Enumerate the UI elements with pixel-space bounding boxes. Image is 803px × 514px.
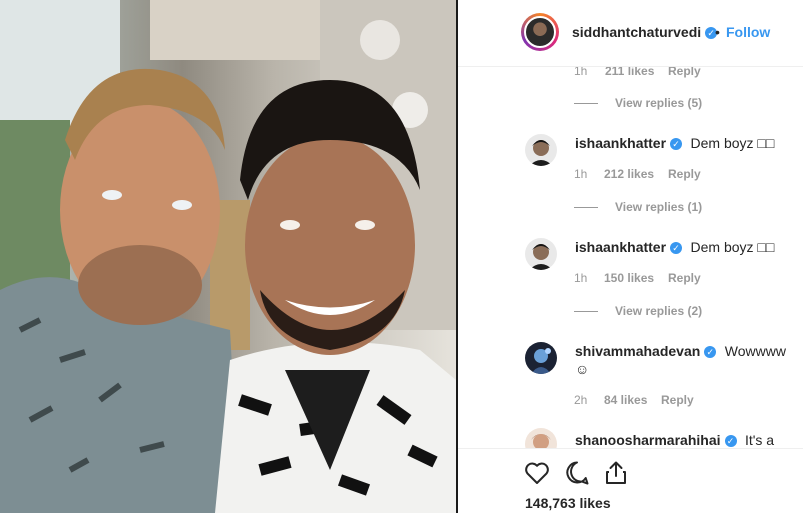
comment-likes[interactable]: 84 likes xyxy=(604,393,647,407)
comment-avatar[interactable] xyxy=(525,134,557,166)
comment-bubble-icon[interactable] xyxy=(564,460,590,486)
verified-badge-icon: ✓ xyxy=(670,137,683,150)
comment-time: 1h xyxy=(574,271,588,285)
comment-time: 1h xyxy=(574,66,588,78)
comment-avatar[interactable] xyxy=(525,342,557,374)
comment-text: Dem boyz □□ xyxy=(690,135,775,151)
comment-avatar[interactable] xyxy=(525,428,557,448)
comment-header: ishaankhatter ✓ Dem boyz □□ xyxy=(575,239,774,257)
author-username[interactable]: siddhantchaturvedi ✓ xyxy=(572,24,718,40)
view-replies-button[interactable]: View replies (5) xyxy=(615,96,702,110)
reply-button[interactable]: Reply xyxy=(668,271,701,285)
comment-username[interactable]: shanoosharmarahihai xyxy=(575,432,721,448)
likes-count[interactable]: 148,763 likes xyxy=(525,495,611,511)
comment-text: Dem boyz □□ xyxy=(690,239,775,255)
comment-header: ishaankhatter ✓ Dem boyz □□ xyxy=(575,135,774,153)
comment-text: Wowwww xyxy=(724,343,786,359)
comment-username[interactable]: shivammahadevan xyxy=(575,343,700,359)
author-avatar-story-ring[interactable] xyxy=(521,13,559,51)
view-replies-button[interactable]: View replies (1) xyxy=(615,200,702,214)
comment-time: 2h xyxy=(574,393,588,407)
post-header: siddhantchaturvedi ✓ • Follow xyxy=(458,0,803,67)
reply-button[interactable]: Reply xyxy=(668,66,701,78)
author-avatar[interactable] xyxy=(524,16,556,48)
comment-text: It's a xyxy=(744,432,775,448)
comments-list[interactable]: 1h 211 likes Reply View replies (5) isha… xyxy=(458,66,803,448)
heart-icon[interactable] xyxy=(524,461,550,485)
post-photo-illustration xyxy=(0,0,456,513)
verified-badge-icon: ✓ xyxy=(670,241,683,254)
view-replies-button[interactable]: View replies (2) xyxy=(615,304,702,318)
comment-header: shanoosharmarahihai ✓ It's a xyxy=(575,432,774,448)
verified-badge-icon: ✓ xyxy=(724,434,737,447)
reply-button[interactable]: Reply xyxy=(661,393,694,407)
comment-likes[interactable]: 211 likes xyxy=(605,66,654,78)
header-separator: • xyxy=(715,24,720,40)
view-replies-line xyxy=(574,103,598,104)
post-side-panel: siddhantchaturvedi ✓ • Follow 1h 211 like… xyxy=(458,0,803,514)
comment-avatar[interactable] xyxy=(525,238,557,270)
verified-badge-icon: ✓ xyxy=(704,345,717,358)
view-replies-line xyxy=(574,311,598,312)
comment-likes[interactable]: 212 likes xyxy=(604,167,654,181)
reply-button[interactable]: Reply xyxy=(668,167,701,181)
comment-header: shivammahadevan ✓ Wowwww xyxy=(575,343,786,361)
post-photo[interactable] xyxy=(0,0,456,513)
follow-button[interactable]: Follow xyxy=(726,24,770,40)
comment-time: 1h xyxy=(574,167,588,181)
comment-likes[interactable]: 150 likes xyxy=(604,271,654,285)
share-icon[interactable] xyxy=(604,460,628,486)
comment-username[interactable]: ishaankhatter xyxy=(575,135,666,151)
view-replies-line xyxy=(574,207,598,208)
comment-emoji: ☺ xyxy=(575,361,590,377)
post-actions-bar: 148,763 likes xyxy=(458,448,803,514)
comment-username[interactable]: ishaankhatter xyxy=(575,239,666,255)
